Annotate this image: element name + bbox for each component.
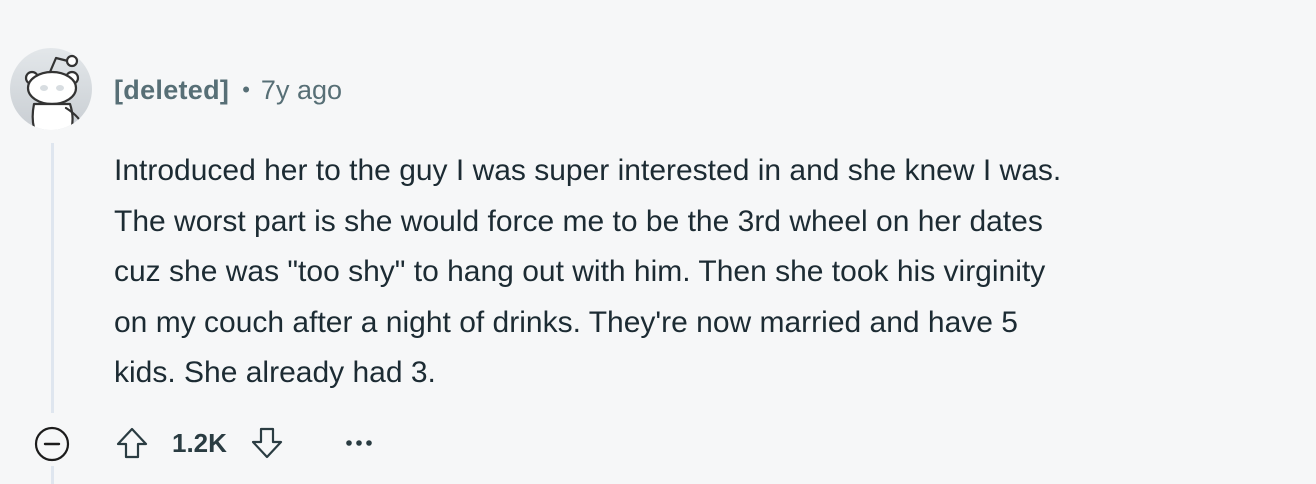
thread-line-continuation <box>51 466 54 484</box>
upvote-button[interactable] <box>112 423 152 463</box>
thread-line[interactable] <box>51 143 54 413</box>
comment-body: Introduced her to the guy I was super in… <box>114 154 1062 389</box>
more-options-icon <box>346 440 372 446</box>
snoo-avatar-icon[interactable] <box>10 48 92 130</box>
more-options-button[interactable] <box>339 423 379 463</box>
downvote-arrow-icon <box>251 427 283 459</box>
author-name[interactable]: [deleted] <box>114 75 229 106</box>
collapse-minus-icon <box>34 426 70 462</box>
comment-meta: [deleted] • 7y ago <box>114 70 342 110</box>
downvote-button[interactable] <box>247 423 287 463</box>
vote-score: 1.2K <box>172 427 227 458</box>
timestamp[interactable]: 7y ago <box>261 75 342 106</box>
collapse-button[interactable] <box>32 424 72 464</box>
upvote-arrow-icon <box>116 427 148 459</box>
comment: [deleted] • 7y ago Introduced her to the… <box>0 0 1316 484</box>
meta-separator: • <box>242 77 250 102</box>
comment-actions: 1.2K <box>112 420 379 466</box>
